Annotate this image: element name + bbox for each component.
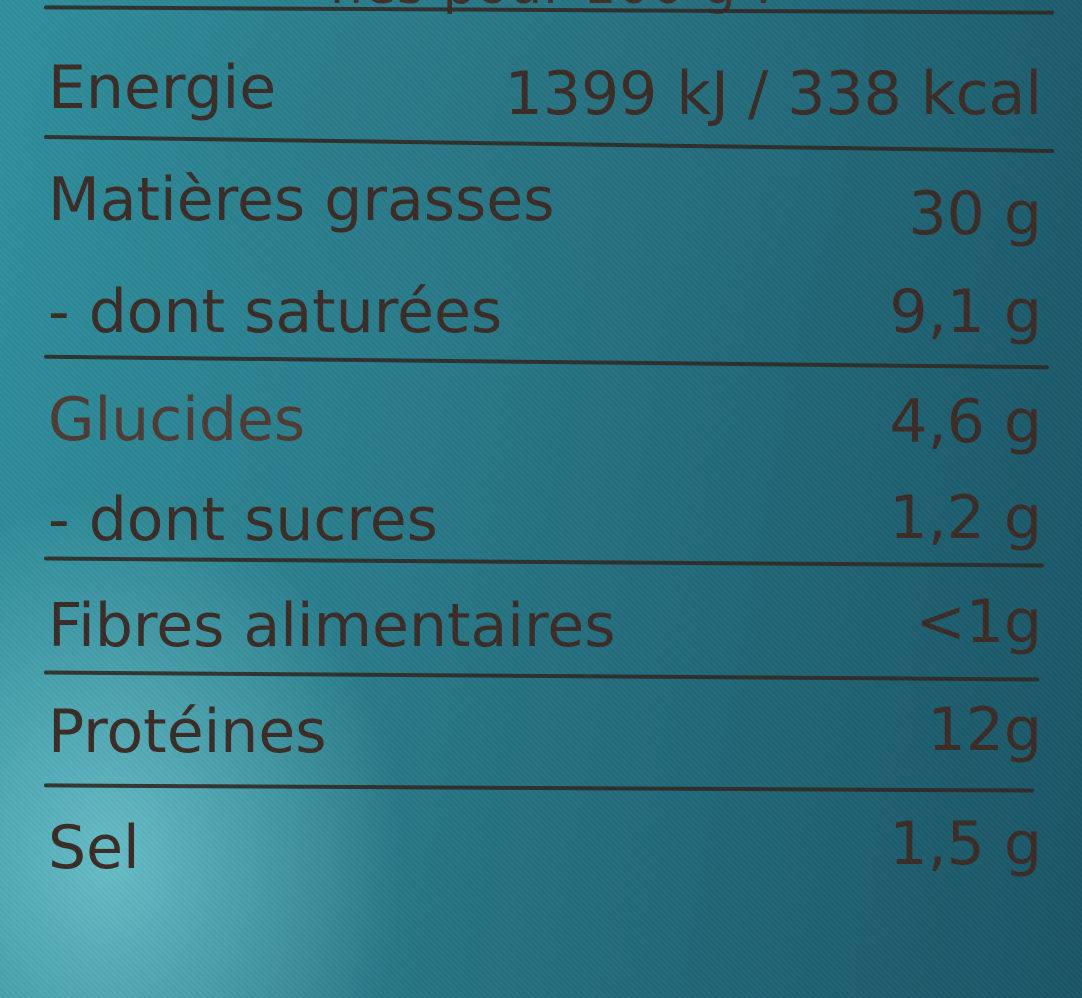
rule-after-fibres bbox=[43, 670, 1040, 682]
row-value-matieres-grasses: 30 g bbox=[908, 179, 1042, 249]
row-label-sel: Sel bbox=[48, 813, 140, 883]
rule-after-graisses bbox=[44, 354, 1049, 370]
row-value-fibres: <1g bbox=[915, 587, 1042, 657]
rule-after-energie bbox=[44, 134, 1054, 154]
row-value-sel: 1,5 g bbox=[889, 809, 1042, 879]
row-value-energie: 1399 kJ / 338 kcal bbox=[504, 59, 1042, 129]
rule-after-proteines bbox=[43, 783, 1035, 793]
row-label-glucides: Glucides bbox=[48, 385, 306, 455]
rule-after-glucides bbox=[43, 556, 1045, 568]
row-value-proteines: 12g bbox=[927, 695, 1042, 765]
row-label-dont-sucres: - dont sucres bbox=[48, 485, 438, 555]
row-value-glucides: 4,6 g bbox=[889, 387, 1042, 457]
row-value-dont-sucres: 1,2 g bbox=[889, 483, 1042, 553]
row-label-dont-saturees: - dont saturées bbox=[48, 277, 503, 347]
row-label-fibres: Fibres alimentaires bbox=[48, 591, 616, 661]
row-label-matieres-grasses: Matières grasses bbox=[48, 165, 555, 235]
row-label-proteines: Protéines bbox=[48, 697, 327, 767]
row-label-energie: Energie bbox=[48, 53, 277, 123]
nutrition-label-photo: nes pour 100 g : Energie 1399 kJ / 338 k… bbox=[0, 0, 1082, 998]
row-value-dont-saturees: 9,1 g bbox=[889, 277, 1042, 347]
